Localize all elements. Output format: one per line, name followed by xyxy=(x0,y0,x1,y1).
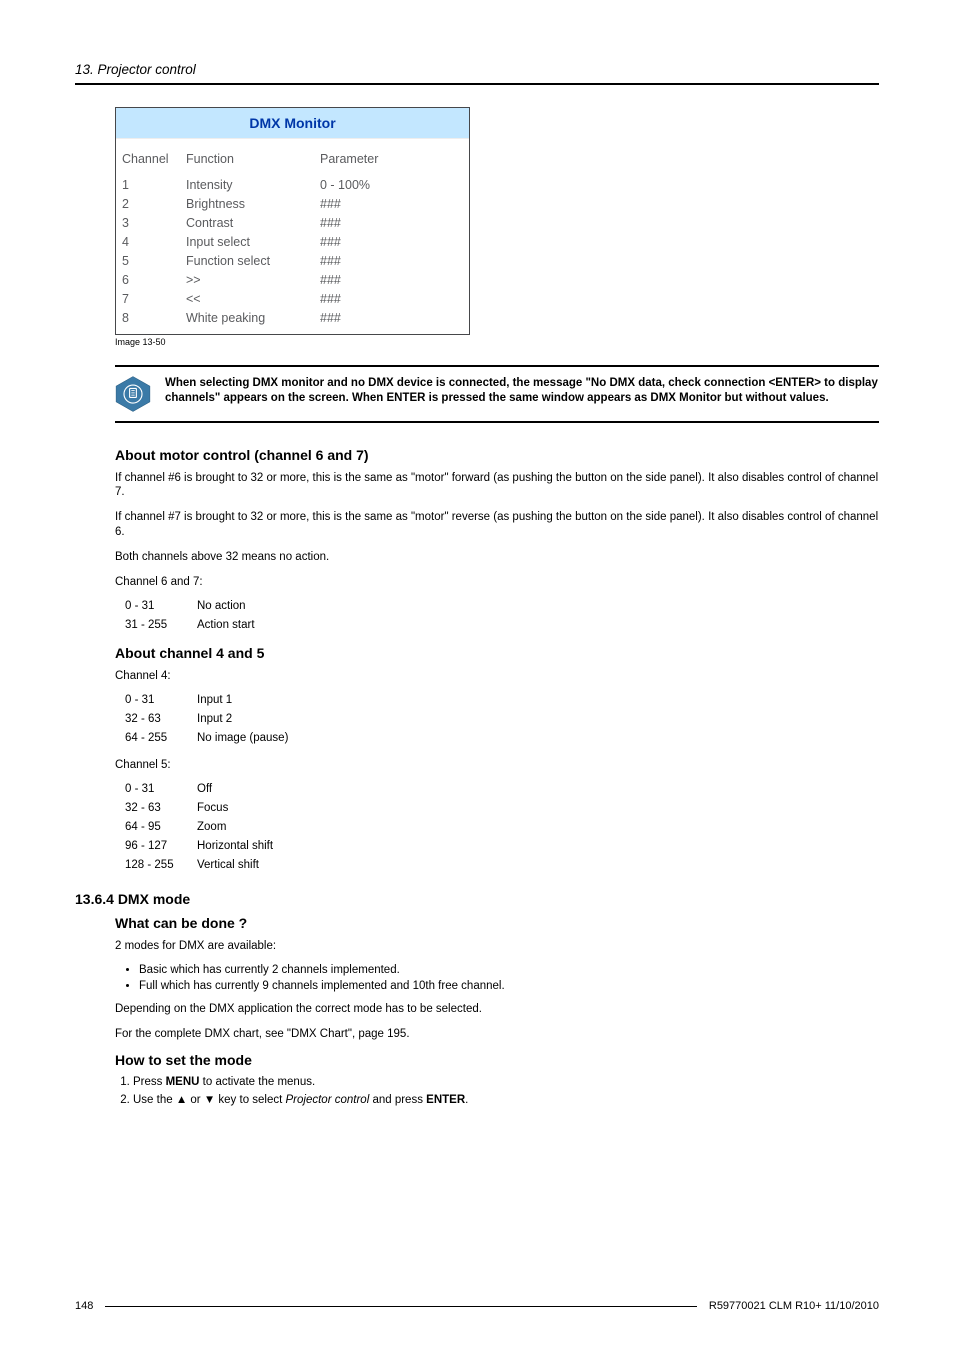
dmxmode-chart: For the complete DMX chart, see "DMX Cha… xyxy=(115,1027,879,1042)
motor-heading: About motor control (channel 6 and 7) xyxy=(115,447,879,463)
list-item: Full which has currently 9 channels impl… xyxy=(139,980,879,992)
dmxmode-numheading: 13.6.4 DMX mode xyxy=(75,891,879,907)
note-box: When selecting DMX monitor and no DMX de… xyxy=(115,365,879,423)
ch5-list: 0 - 31Off 32 - 63Focus 64 - 95Zoom 96 - … xyxy=(115,783,879,871)
table-header-row: Channel Function Parameter xyxy=(120,149,465,176)
section-header: 13. Projector control xyxy=(75,62,879,77)
list-item: 64 - 255No image (pause) xyxy=(115,732,879,744)
list-item: 0 - 31Input 1 xyxy=(115,694,879,706)
table-row: 6>>### xyxy=(120,271,465,290)
motor-p2: If channel #7 is brought to 32 or more, … xyxy=(115,510,879,540)
list-item: 128 - 255Vertical shift xyxy=(115,859,879,871)
ch4-label: Channel 4: xyxy=(115,669,879,684)
ch4-list: 0 - 31Input 1 32 - 63Input 2 64 - 255No … xyxy=(115,694,879,744)
motor-p1: If channel #6 is brought to 32 or more, … xyxy=(115,471,879,501)
table-row: 5Function select### xyxy=(120,252,465,271)
table-row: 8White peaking### xyxy=(120,309,465,328)
col-parameter: Parameter xyxy=(318,149,465,176)
dmxmode-question: What can be done ? xyxy=(115,915,879,931)
list-item: Basic which has currently 2 channels imp… xyxy=(139,964,879,976)
footer-rule xyxy=(105,1306,697,1307)
list-item: 64 - 95Zoom xyxy=(115,821,879,833)
list-item: 31 - 255Action start xyxy=(115,619,879,631)
list-item: 96 - 127Horizontal shift xyxy=(115,840,879,852)
note-icon xyxy=(115,376,151,412)
list-item: 32 - 63Focus xyxy=(115,802,879,814)
motor-list: 0 - 31No action 31 - 255Action start xyxy=(115,600,879,631)
motor-p3: Both channels above 32 means no action. xyxy=(115,550,879,565)
table-row: 4Input select### xyxy=(120,233,465,252)
table-row: 3Contrast### xyxy=(120,214,465,233)
list-item: 32 - 63Input 2 xyxy=(115,713,879,725)
col-function: Function xyxy=(184,149,318,176)
list-item: 0 - 31Off xyxy=(115,783,879,795)
dmx-monitor-title: DMX Monitor xyxy=(116,108,469,139)
dmxmode-depends: Depending on the DMX application the cor… xyxy=(115,1002,879,1017)
col-channel: Channel xyxy=(120,149,184,176)
table-row: 1Intensity0 - 100% xyxy=(120,176,465,195)
motor-p4: Channel 6 and 7: xyxy=(115,575,879,590)
ch45-heading: About channel 4 and 5 xyxy=(115,645,879,661)
howto-heading: How to set the mode xyxy=(115,1052,879,1068)
note-text: When selecting DMX monitor and no DMX de… xyxy=(165,376,879,407)
dmxmode-bullets: Basic which has currently 2 channels imp… xyxy=(115,964,879,992)
header-rule xyxy=(75,83,879,85)
step-2: Use the ▲ or ▼ key to select Projector c… xyxy=(133,1094,879,1106)
step-1: Press MENU to activate the menus. xyxy=(133,1076,879,1088)
dmxmode-intro: 2 modes for DMX are available: xyxy=(115,939,879,954)
ch5-label: Channel 5: xyxy=(115,758,879,773)
page-content: DMX Monitor Channel Function Parameter 1… xyxy=(115,107,879,1106)
list-item: 0 - 31No action xyxy=(115,600,879,612)
table-row: 2Brightness### xyxy=(120,195,465,214)
page-footer: 148 R59770021 CLM R10+ 11/10/2010 xyxy=(75,1300,879,1312)
figure-caption: Image 13-50 xyxy=(115,337,879,347)
page-number: 148 xyxy=(75,1300,105,1312)
dmx-monitor-figure: DMX Monitor Channel Function Parameter 1… xyxy=(115,107,470,335)
howto-steps: Press MENU to activate the menus. Use th… xyxy=(115,1076,879,1106)
table-row: 7<<### xyxy=(120,290,465,309)
footer-doc-id: R59770021 CLM R10+ 11/10/2010 xyxy=(697,1300,879,1312)
dmx-monitor-table: Channel Function Parameter 1Intensity0 -… xyxy=(120,149,465,328)
